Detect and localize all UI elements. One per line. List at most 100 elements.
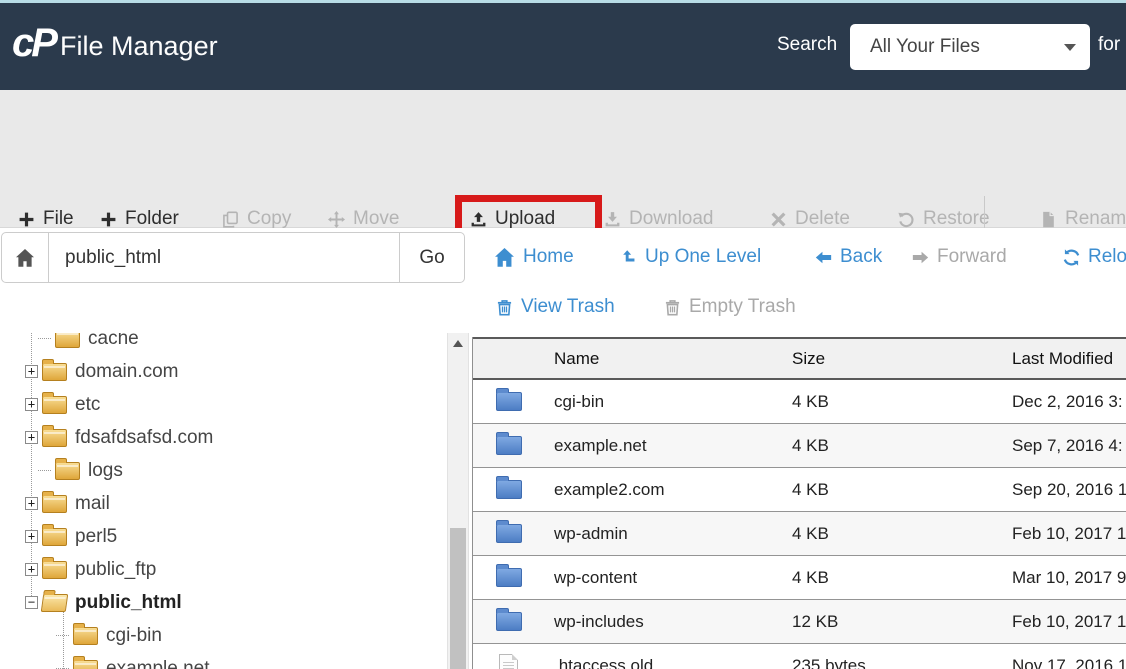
expand-toggle-icon[interactable] [25, 398, 38, 411]
folder-icon [42, 495, 67, 513]
restore-button[interactable]: Restore [898, 208, 990, 230]
folder-icon [42, 561, 67, 579]
table-row[interactable]: example.net4 KBSep 7, 2016 4: [473, 424, 1126, 468]
plus-icon [18, 211, 35, 228]
folder-icon [55, 462, 80, 480]
folder-icon [496, 480, 522, 499]
open-folder-icon [41, 594, 69, 612]
file-button[interactable]: File [18, 208, 74, 230]
collapse-toggle-icon[interactable] [25, 596, 38, 609]
folder-tree: cache domain.com etc fdsafdsafsd.com log… [0, 333, 447, 669]
tree-item[interactable]: etc [0, 388, 447, 421]
back-link[interactable]: Back [815, 246, 882, 268]
tree-item[interactable]: cache [0, 333, 447, 355]
tree-item[interactable]: logs [0, 454, 447, 487]
folder-icon [496, 524, 522, 543]
expand-toggle-icon[interactable] [25, 530, 38, 543]
table-row[interactable]: wp-content4 KBMar 10, 2017 9 [473, 556, 1126, 600]
tree-stub [38, 470, 51, 471]
tree-item[interactable]: domain.com [0, 355, 447, 388]
trash-icon [496, 299, 513, 316]
tree-item[interactable]: perl5 [0, 520, 447, 553]
right-arrow-icon [912, 249, 929, 266]
home-path-icon [2, 233, 49, 282]
plus-icon [100, 211, 117, 228]
table-header-row: Name Size Last Modified [473, 337, 1126, 380]
reload-link[interactable]: Reload [1063, 246, 1126, 268]
folder-icon [73, 660, 98, 669]
tree-item[interactable]: public_ftp [0, 553, 447, 586]
tree-item[interactable]: mail [0, 487, 447, 520]
upload-icon [470, 211, 487, 228]
folder-icon [496, 436, 522, 455]
folder-icon [496, 392, 522, 411]
app-header: cP File Manager Search All Your Files fo… [0, 3, 1126, 90]
folder-icon [42, 396, 67, 414]
download-icon [604, 211, 621, 228]
folder-icon [73, 627, 98, 645]
home-icon [494, 247, 515, 268]
folder-icon [496, 612, 522, 631]
file-icon [1040, 211, 1057, 228]
view-trash-link[interactable]: View Trash [496, 296, 615, 318]
tree-item[interactable]: cgi-bin [0, 619, 447, 652]
expand-toggle-icon[interactable] [25, 563, 38, 576]
folder-button[interactable]: Folder [100, 208, 179, 230]
tree-stub [38, 338, 51, 339]
move-icon [328, 211, 345, 228]
trash-icon [664, 299, 681, 316]
copy-icon [222, 211, 239, 228]
name-column-header[interactable]: Name [554, 349, 792, 369]
table-row[interactable]: cgi-bin4 KBDec 2, 2016 3: [473, 380, 1126, 424]
cpanel-logo: cP [12, 21, 55, 66]
folder-icon [42, 363, 67, 381]
copy-button[interactable]: Copy [222, 208, 291, 230]
path-input-group: Go [1, 232, 465, 283]
download-button[interactable]: Download [604, 208, 714, 230]
toolbar: File Folder Copy Move Upload Download De… [0, 90, 1126, 228]
tree-stub [56, 635, 69, 636]
search-label: Search [777, 34, 837, 56]
expand-toggle-icon[interactable] [25, 497, 38, 510]
file-manager-window: cP File Manager Search All Your Files fo… [0, 0, 1126, 669]
size-column-header[interactable]: Size [792, 349, 1012, 369]
file-icon [499, 654, 518, 669]
restore-icon [898, 211, 915, 228]
search-scope-select[interactable]: All Your Files [850, 24, 1090, 70]
modified-column-header[interactable]: Last Modified [1012, 349, 1126, 369]
path-input[interactable] [49, 233, 399, 282]
forward-link[interactable]: Forward [912, 246, 1007, 268]
folder-icon [42, 528, 67, 546]
home-link[interactable]: Home [494, 246, 574, 268]
upload-button[interactable]: Upload [470, 208, 555, 230]
tree-item-selected[interactable]: public_html [0, 586, 447, 619]
move-button[interactable]: Move [328, 208, 399, 230]
table-row[interactable]: example2.com4 KBSep 20, 2016 1 [473, 468, 1126, 512]
tree-item[interactable]: fdsafdsafsd.com [0, 421, 447, 454]
rename-button[interactable]: Rename [1040, 208, 1126, 230]
search-scope-value: All Your Files [870, 36, 980, 58]
page-title: File Manager [60, 31, 218, 62]
folder-icon [42, 429, 67, 447]
delete-button[interactable]: Delete [770, 208, 850, 230]
left-arrow-icon [815, 249, 832, 266]
expand-toggle-icon[interactable] [25, 431, 38, 444]
reload-icon [1063, 249, 1080, 266]
tree-item[interactable]: example.net [0, 652, 447, 669]
scroll-up-icon[interactable] [448, 335, 468, 351]
table-row[interactable]: wp-includes12 KBFeb 10, 2017 1 [473, 600, 1126, 644]
expand-toggle-icon[interactable] [25, 365, 38, 378]
table-row[interactable]: .htaccess.old235 bytesNov 17, 2016 1 [473, 644, 1126, 669]
up-arrow-icon [620, 249, 637, 266]
chevron-down-icon [1064, 44, 1076, 51]
scrollbar-thumb[interactable] [450, 528, 466, 669]
empty-trash-link[interactable]: Empty Trash [664, 296, 796, 318]
folder-icon [55, 333, 80, 348]
table-row[interactable]: wp-admin4 KBFeb 10, 2017 1 [473, 512, 1126, 556]
folder-icon [496, 568, 522, 587]
x-icon [770, 211, 787, 228]
go-button[interactable]: Go [399, 233, 464, 282]
up-one-level-link[interactable]: Up One Level [620, 246, 761, 268]
tree-scrollbar[interactable] [447, 333, 469, 669]
file-list-table: Name Size Last Modified cgi-bin4 KBDec 2… [472, 337, 1126, 669]
